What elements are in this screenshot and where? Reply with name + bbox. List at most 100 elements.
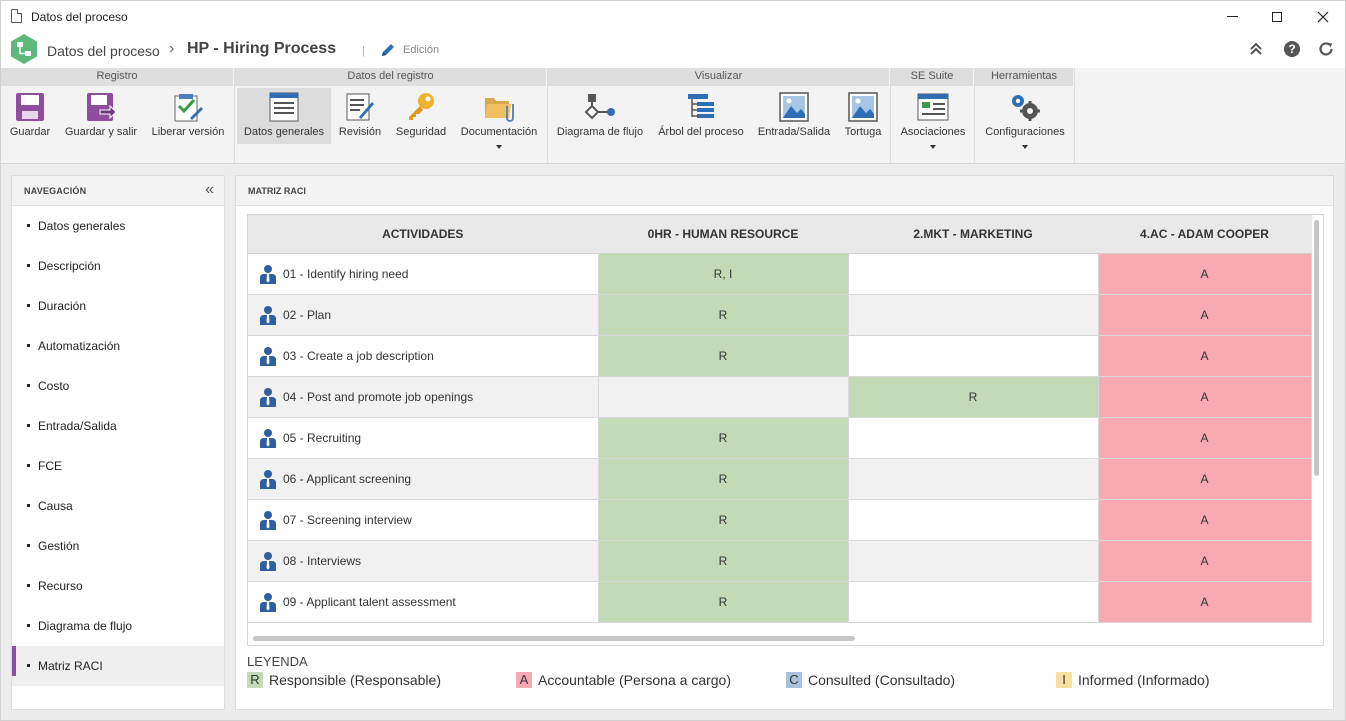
table-row[interactable]: 05 - Recruiting R A bbox=[248, 417, 1312, 459]
collapse-left-icon[interactable]: « bbox=[205, 182, 214, 198]
help-icon[interactable]: ? bbox=[1283, 40, 1301, 58]
nav-item-diagrama-de-flujo[interactable]: Diagrama de flujo bbox=[12, 606, 224, 646]
associations-button[interactable]: Asociaciones bbox=[895, 88, 971, 149]
column-header-human-resource[interactable]: 0HR - HUMAN RESOURCE bbox=[598, 215, 849, 254]
general-data-button[interactable]: Datos generales bbox=[237, 88, 331, 144]
raci-cell[interactable] bbox=[848, 458, 1099, 500]
raci-cell[interactable]: A bbox=[1098, 253, 1312, 295]
raci-cell[interactable]: R bbox=[598, 335, 849, 377]
raci-cell[interactable]: A bbox=[1098, 581, 1312, 623]
raci-cell[interactable] bbox=[848, 253, 1099, 295]
legend-item-accountable: A Accountable (Persona a cargo) bbox=[516, 672, 731, 688]
activity-cell[interactable]: 03 - Create a job description bbox=[248, 335, 599, 377]
nav-item-costo[interactable]: Costo bbox=[12, 366, 224, 406]
activity-label: 03 - Create a job description bbox=[283, 348, 434, 363]
activity-cell[interactable]: 01 - Identify hiring need bbox=[248, 253, 599, 295]
column-header-marketing[interactable]: 2.MKT - MARKETING bbox=[848, 215, 1099, 254]
maximize-button[interactable] bbox=[1254, 1, 1300, 32]
raci-cell[interactable]: A bbox=[1098, 499, 1312, 541]
revision-button[interactable]: Revisión bbox=[335, 88, 385, 144]
activity-cell[interactable]: 07 - Screening interview bbox=[248, 499, 599, 541]
raci-cell[interactable] bbox=[848, 294, 1099, 336]
column-header-activities[interactable]: ACTIVIDADES bbox=[248, 215, 599, 254]
release-version-button[interactable]: Liberar versión bbox=[147, 88, 229, 144]
flowchart-button[interactable]: Diagrama de flujo bbox=[552, 88, 648, 144]
raci-cell[interactable]: R bbox=[598, 499, 849, 541]
raci-cell[interactable]: A bbox=[1098, 540, 1312, 582]
table-row[interactable]: 07 - Screening interview R A bbox=[248, 499, 1312, 541]
bullet-icon bbox=[27, 464, 30, 467]
breadcrumb-root[interactable]: Datos del proceso bbox=[47, 43, 160, 59]
raci-cell[interactable]: R bbox=[598, 458, 849, 500]
table-row[interactable]: 09 - Applicant talent assessment R A bbox=[248, 581, 1312, 623]
raci-cell[interactable]: R bbox=[848, 376, 1099, 418]
table-row[interactable]: 08 - Interviews R A bbox=[248, 540, 1312, 582]
raci-cell[interactable] bbox=[848, 499, 1099, 541]
table-row[interactable]: 06 - Applicant screening R A bbox=[248, 458, 1312, 500]
security-button[interactable]: Seguridad bbox=[391, 88, 451, 144]
raci-cell[interactable]: A bbox=[1098, 294, 1312, 336]
raci-cell[interactable] bbox=[848, 540, 1099, 582]
save-button[interactable]: Guardar bbox=[5, 88, 55, 144]
nav-item-descripcion[interactable]: Descripción bbox=[12, 246, 224, 286]
nav-item-causa[interactable]: Causa bbox=[12, 486, 224, 526]
close-button[interactable] bbox=[1300, 1, 1346, 32]
nav-item-label: Entrada/Salida bbox=[38, 419, 117, 433]
process-tree-label: Árbol del proceso bbox=[658, 126, 744, 138]
raci-cell[interactable]: A bbox=[1098, 458, 1312, 500]
nav-item-automatizacion[interactable]: Automatización bbox=[12, 326, 224, 366]
activity-cell[interactable]: 04 - Post and promote job openings bbox=[248, 376, 599, 418]
panel-header: MATRIZ RACI bbox=[236, 176, 1333, 206]
raci-cell[interactable]: A bbox=[1098, 335, 1312, 377]
raci-cell[interactable]: R bbox=[598, 417, 849, 459]
raci-cell[interactable]: R bbox=[598, 581, 849, 623]
horizontal-scrollbar[interactable] bbox=[253, 636, 855, 641]
process-tree-button[interactable]: Árbol del proceso bbox=[653, 88, 749, 144]
activity-cell[interactable]: 06 - Applicant screening bbox=[248, 458, 599, 500]
nav-item-entrada-salida[interactable]: Entrada/Salida bbox=[12, 406, 224, 446]
save-and-exit-button[interactable]: Guardar y salir bbox=[61, 88, 141, 144]
raci-cell[interactable]: A bbox=[1098, 376, 1312, 418]
minimize-button[interactable] bbox=[1209, 1, 1255, 32]
person-icon bbox=[260, 264, 276, 284]
nav-item-duracion[interactable]: Duración bbox=[12, 286, 224, 326]
nav-item-recurso[interactable]: Recurso bbox=[12, 566, 224, 606]
legend-label: Consulted (Consultado) bbox=[808, 672, 956, 688]
table-row[interactable]: 02 - Plan R A bbox=[248, 294, 1312, 336]
raci-cell[interactable]: A bbox=[1098, 417, 1312, 459]
table-row[interactable]: 03 - Create a job description R A bbox=[248, 335, 1312, 377]
activity-cell[interactable]: 02 - Plan bbox=[248, 294, 599, 336]
nav-item-datos-generales[interactable]: Datos generales bbox=[12, 206, 224, 246]
raci-cell[interactable] bbox=[598, 376, 849, 418]
activity-cell[interactable]: 09 - Applicant talent assessment bbox=[248, 581, 599, 623]
turtle-button[interactable]: Tortuga bbox=[839, 88, 887, 144]
bullet-icon bbox=[27, 504, 30, 507]
settings-button[interactable]: Configuraciones bbox=[979, 88, 1071, 149]
raci-grid[interactable]: ACTIVIDADES 0HR - HUMAN RESOURCE 2.MKT -… bbox=[247, 214, 1324, 646]
nav-item-gestion[interactable]: Gestión bbox=[12, 526, 224, 566]
raci-cell[interactable] bbox=[848, 417, 1099, 459]
nav-item-fce[interactable]: FCE bbox=[12, 446, 224, 486]
column-header-adam-cooper[interactable]: 4.AC - ADAM COOPER bbox=[1098, 215, 1312, 254]
dropdown-caret-icon bbox=[930, 145, 936, 149]
general-data-label: Datos generales bbox=[243, 126, 325, 138]
documentation-button[interactable]: Documentación bbox=[456, 88, 542, 149]
table-row[interactable]: 04 - Post and promote job openings R A bbox=[248, 376, 1312, 418]
activity-cell[interactable]: 08 - Interviews bbox=[248, 540, 599, 582]
refresh-icon[interactable] bbox=[1317, 40, 1335, 58]
vertical-scrollbar[interactable] bbox=[1314, 220, 1319, 476]
raci-cell[interactable] bbox=[848, 335, 1099, 377]
activity-cell[interactable]: 05 - Recruiting bbox=[248, 417, 599, 459]
collapse-up-icon[interactable] bbox=[1247, 40, 1265, 58]
table-row[interactable]: 01 - Identify hiring need R, I A bbox=[248, 253, 1312, 295]
nav-item-label: Duración bbox=[38, 299, 87, 313]
nav-item-matriz-raci[interactable]: Matriz RACI bbox=[12, 646, 224, 686]
ribbon-toolbar: Registro Datos del registro Visualizar S… bbox=[0, 68, 1346, 164]
input-output-button[interactable]: Entrada/Salida bbox=[753, 88, 835, 144]
process-app-logo-icon bbox=[11, 34, 37, 64]
raci-cell[interactable]: R, I bbox=[598, 253, 849, 295]
raci-cell[interactable] bbox=[848, 581, 1099, 623]
raci-cell[interactable]: R bbox=[598, 294, 849, 336]
gears-icon bbox=[1012, 95, 1040, 121]
raci-cell[interactable]: R bbox=[598, 540, 849, 582]
